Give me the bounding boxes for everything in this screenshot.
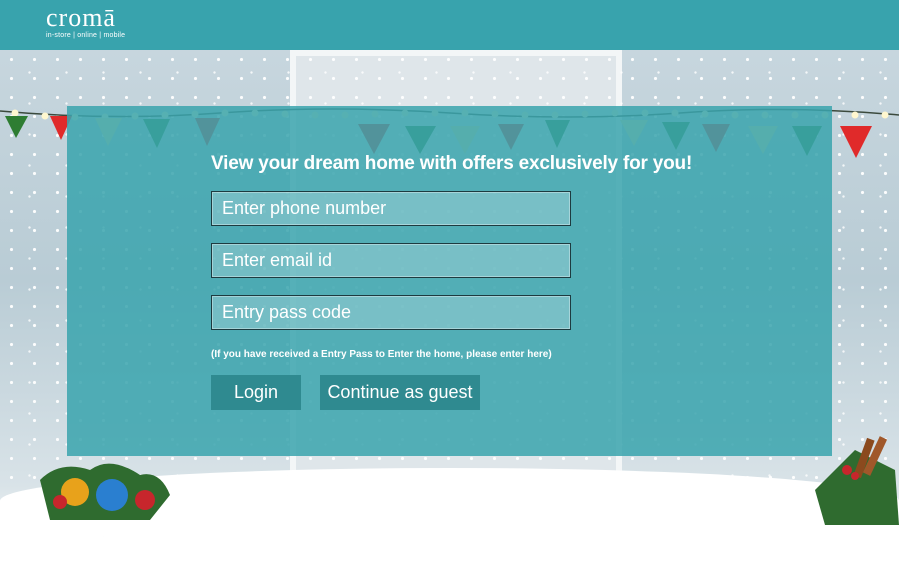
croma-logo[interactable]: cromā in-store | online | mobile — [46, 3, 126, 40]
entry-pass-hint: (If you have received a Entry Pass to En… — [211, 349, 552, 360]
ornaments-decoration — [40, 463, 170, 520]
header-bar: cromā in-store | online | mobile — [0, 0, 899, 50]
email-input[interactable] — [211, 243, 571, 278]
panel-headline: View your dream home with offers exclusi… — [211, 153, 693, 174]
entry-pass-code-input[interactable] — [211, 295, 571, 330]
login-button[interactable]: Login — [211, 375, 301, 410]
phone-number-input[interactable] — [211, 191, 571, 226]
pine-cinnamon-decoration — [815, 436, 899, 525]
continue-as-guest-button[interactable]: Continue as guest — [320, 375, 480, 410]
logo-tagline: in-store | online | mobile — [46, 32, 126, 39]
logo-wordmark: cromā — [46, 3, 116, 32]
login-panel: View your dream home with offers exclusi… — [67, 106, 832, 456]
